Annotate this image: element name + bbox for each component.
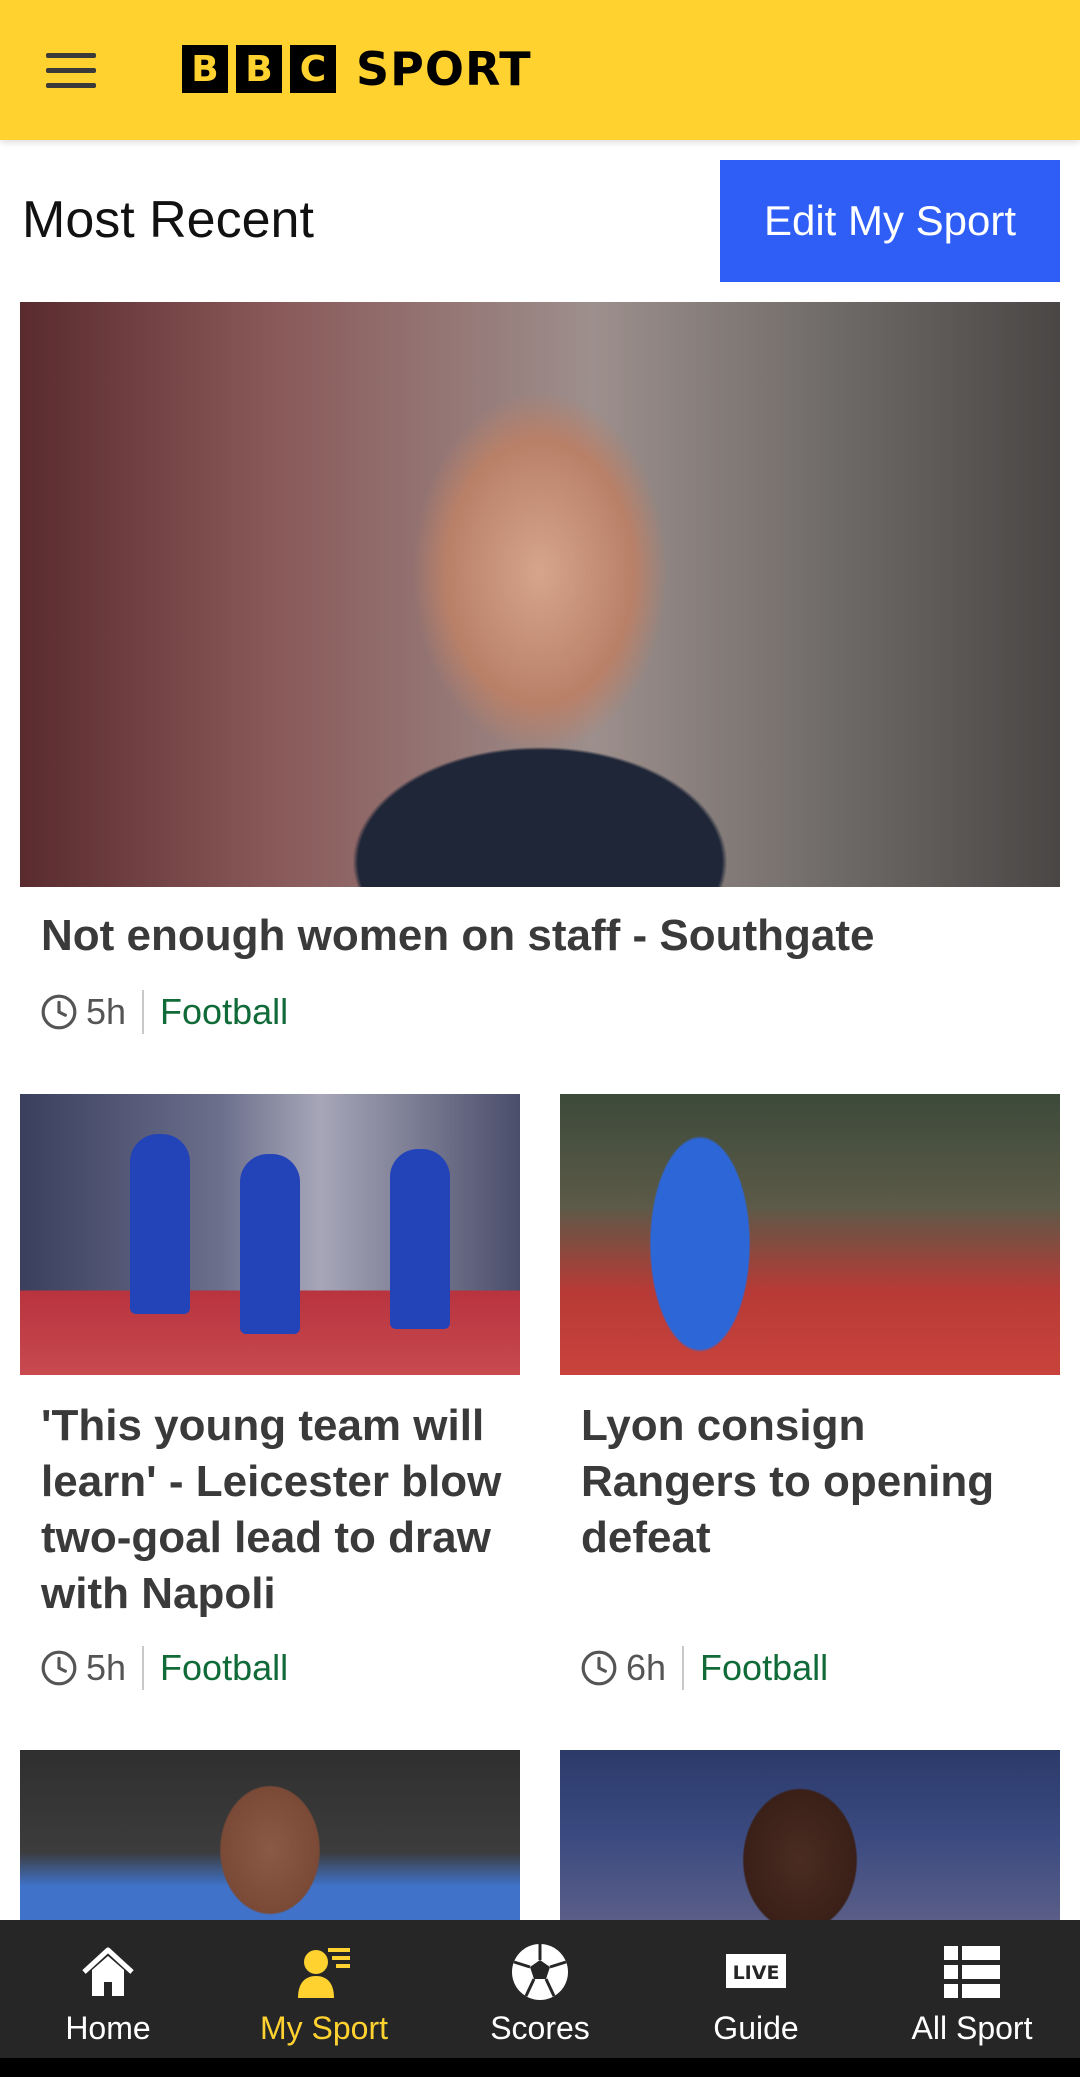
nav-label: Scores xyxy=(490,2010,590,2046)
home-icon xyxy=(82,1947,134,1996)
football-icon xyxy=(512,1944,568,2000)
logo-word: SPORT xyxy=(356,42,532,96)
meta-divider xyxy=(682,1646,685,1690)
hero-article-headline[interactable]: Not enough women on staff - Southgate xyxy=(41,908,1041,964)
article-meta: 5h Football xyxy=(40,1643,288,1693)
article-headline[interactable]: 'This young team will learn' - Leicester… xyxy=(41,1398,511,1622)
article-time: 5h xyxy=(86,991,127,1032)
nav-label: Guide xyxy=(713,2010,799,2046)
nav-label: All Sport xyxy=(911,2010,1033,2046)
bottom-navigation: Home My Sport Scores LIVE Guide All Spor… xyxy=(0,1920,1080,2058)
menu-button[interactable] xyxy=(28,38,114,102)
nav-all-sport[interactable]: All Sport xyxy=(864,1920,1080,2058)
article-image[interactable] xyxy=(560,1750,1060,1920)
article-meta: 6h Football xyxy=(580,1643,828,1693)
player-figure xyxy=(130,1134,190,1314)
nav-scores[interactable]: Scores xyxy=(432,1920,648,2058)
hero-article-meta: 5h Football xyxy=(40,987,288,1037)
article-image[interactable] xyxy=(560,1094,1060,1375)
article-topic-link[interactable]: Football xyxy=(700,1647,828,1689)
logo-letter: C xyxy=(290,45,336,93)
meta-divider xyxy=(142,990,145,1034)
nav-label: Home xyxy=(65,2010,151,2046)
hamburger-line xyxy=(46,52,96,58)
live-icon: LIVE xyxy=(726,1954,786,1988)
my-sport-icon xyxy=(298,1948,350,1998)
hamburger-line xyxy=(46,67,96,73)
list-icon xyxy=(944,1946,1000,1998)
edit-my-sport-button[interactable]: Edit My Sport xyxy=(720,160,1060,282)
player-figure xyxy=(390,1149,450,1329)
app-header: B B C SPORT xyxy=(0,0,1080,140)
clock-icon xyxy=(41,1650,77,1686)
logo-letter: B xyxy=(236,45,282,93)
nav-guide[interactable]: LIVE Guide xyxy=(648,1920,864,2058)
logo-letter: B xyxy=(182,45,228,93)
player-figure xyxy=(240,1154,300,1334)
article-topic-link[interactable]: Football xyxy=(160,1647,288,1689)
system-navigation-bar xyxy=(0,2058,1080,2077)
article-image[interactable] xyxy=(20,1094,520,1375)
clock-icon xyxy=(41,994,77,1030)
section-title: Most Recent xyxy=(22,191,314,249)
nav-label: My Sport xyxy=(259,2010,389,2046)
clock-icon xyxy=(581,1650,617,1686)
hero-article-image[interactable] xyxy=(20,302,1060,887)
article-image[interactable] xyxy=(20,1750,520,1920)
live-badge-text: LIVE xyxy=(733,1962,780,1984)
hamburger-line xyxy=(46,82,96,88)
meta-divider xyxy=(142,1646,145,1690)
article-topic-link[interactable]: Football xyxy=(160,991,288,1033)
bbc-sport-logo[interactable]: B B C SPORT xyxy=(182,42,532,96)
article-headline[interactable]: Lyon consign Rangers to opening defeat xyxy=(581,1398,1051,1566)
nav-my-sport[interactable]: My Sport xyxy=(216,1920,432,2058)
article-time: 6h xyxy=(626,1647,667,1688)
nav-home[interactable]: Home xyxy=(0,1920,216,2058)
article-time: 5h xyxy=(86,1647,127,1688)
